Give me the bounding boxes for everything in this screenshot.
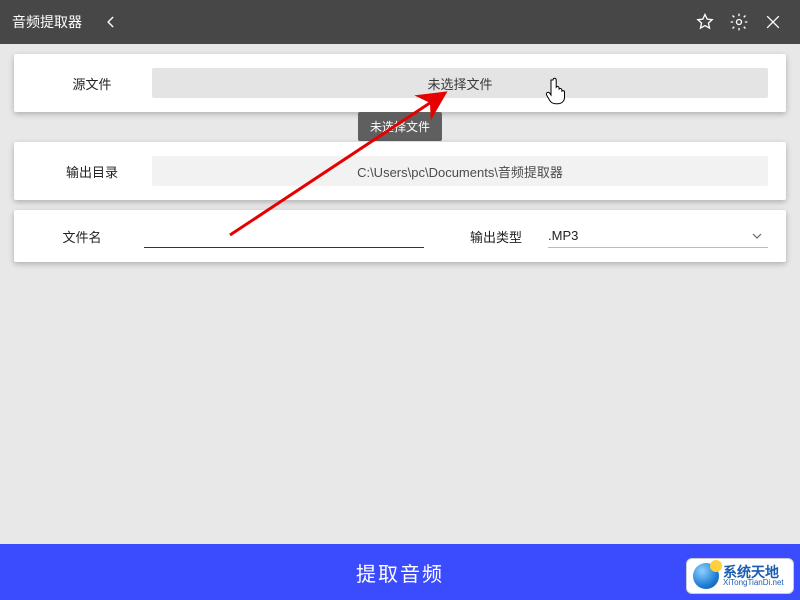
close-button[interactable] (758, 7, 788, 37)
output-type-value: .MP3 (548, 228, 578, 243)
output-dir-text: C:\Users\pc\Documents\音频提取器 (357, 162, 563, 181)
watermark-badge: 系统天地 XiTongTianDi.net (686, 558, 794, 594)
source-file-tooltip: 未选择文件 (358, 112, 442, 141)
app-title: 音频提取器 (12, 12, 82, 32)
watermark-cn: 系统天地 (723, 565, 784, 579)
output-type-select[interactable]: .MP3 (548, 224, 768, 248)
output-dir-picker[interactable]: C:\Users\pc\Documents\音频提取器 (152, 156, 768, 186)
chevron-down-icon (752, 231, 762, 241)
source-file-panel: 源文件 未选择文件 未选择文件 (14, 54, 786, 112)
filename-input[interactable] (144, 224, 424, 248)
favorite-button[interactable] (690, 7, 720, 37)
filename-label: 文件名 (32, 227, 132, 246)
settings-button[interactable] (724, 7, 754, 37)
output-dir-label: 输出目录 (32, 162, 152, 181)
output-dir-panel: 输出目录 C:\Users\pc\Documents\音频提取器 (14, 142, 786, 200)
source-file-picker[interactable]: 未选择文件 (152, 68, 768, 98)
extract-button[interactable]: 提取音频 (0, 544, 800, 600)
back-button[interactable] (100, 11, 122, 33)
watermark-en: XiTongTianDi.net (723, 579, 784, 587)
source-file-label: 源文件 (32, 74, 152, 93)
titlebar: 音频提取器 (0, 0, 800, 44)
globe-icon (693, 563, 719, 589)
options-panel: 文件名 输出类型 .MP3 (14, 210, 786, 262)
output-type-label: 输出类型 (456, 227, 536, 246)
source-file-text: 未选择文件 (427, 74, 492, 93)
extract-button-label: 提取音频 (356, 558, 444, 587)
